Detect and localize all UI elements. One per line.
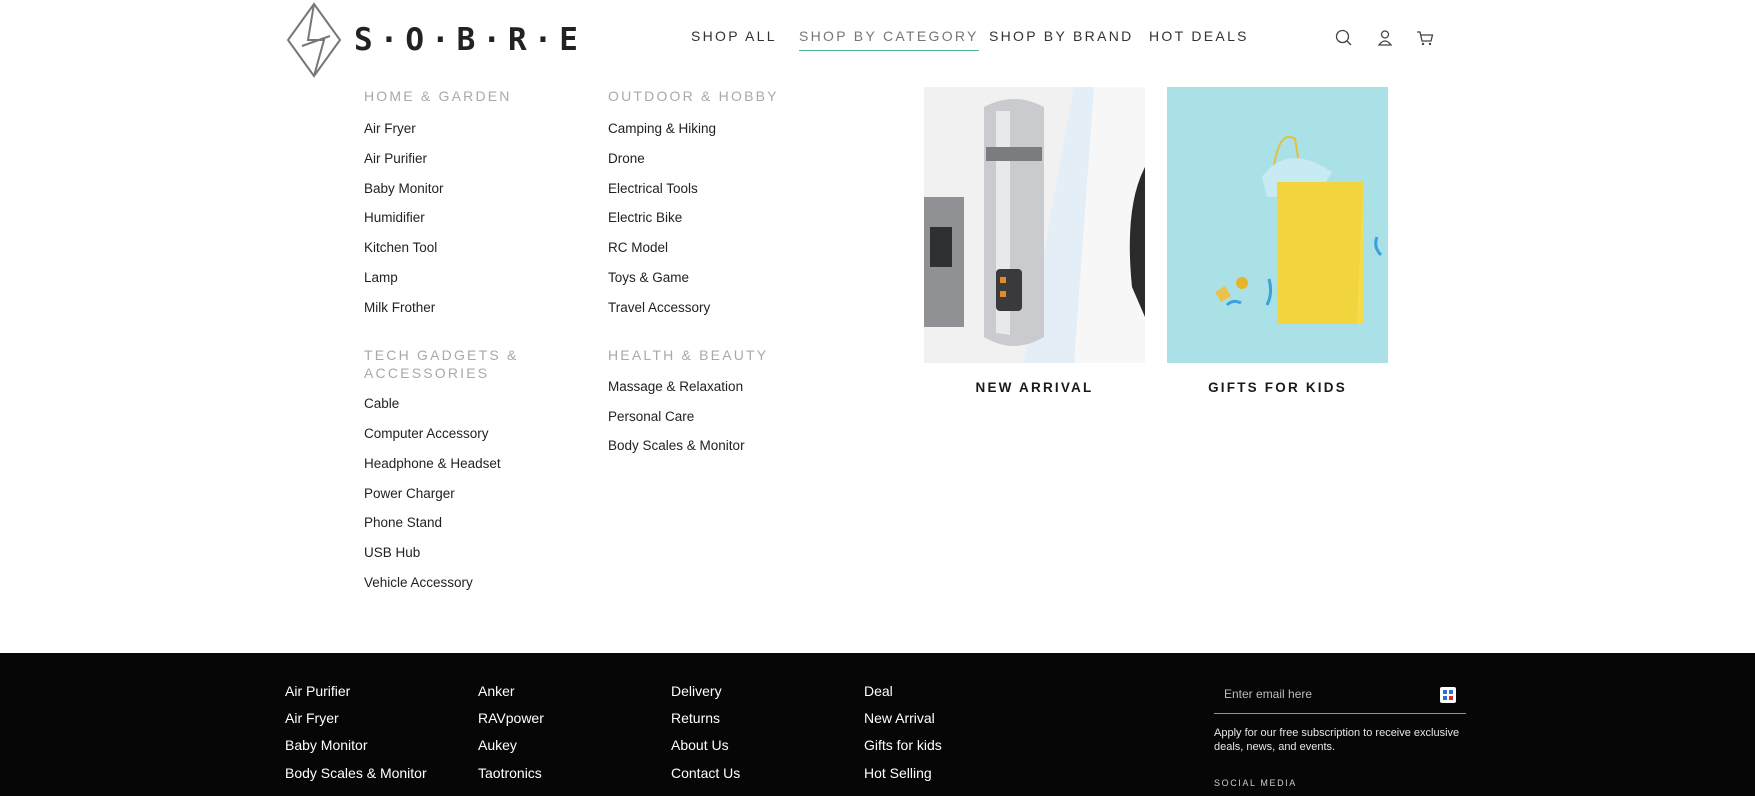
email-input[interactable] <box>1214 679 1424 709</box>
menu-link[interactable]: Air Fryer <box>364 120 416 137</box>
menu-col-outdoor-hobby: OUTDOOR & HOBBY Camping & Hiking Drone E… <box>608 87 808 327</box>
category-heading-tech-gadgets[interactable]: TECH GADGETS & ACCESSORIES <box>364 346 534 382</box>
menu-link[interactable]: Humidifier <box>364 209 425 226</box>
menu-link[interactable]: RC Model <box>608 239 668 256</box>
footer-link[interactable]: About Us <box>671 737 729 753</box>
footer-link[interactable]: RAVpower <box>478 710 544 726</box>
footer-link[interactable]: Gifts for kids <box>864 737 942 753</box>
menu-link[interactable]: Phone Stand <box>364 514 442 531</box>
menu-link[interactable]: Electric Bike <box>608 209 682 226</box>
footer-link[interactable]: Hot Selling <box>864 765 932 781</box>
footer-link[interactable]: Deal <box>864 683 893 699</box>
menu-link[interactable]: Cable <box>364 395 399 412</box>
footer-link[interactable]: New Arrival <box>864 710 935 726</box>
site-footer: Air Purifier Air Fryer Baby Monitor Body… <box>0 653 1755 796</box>
category-heading-health-beauty[interactable]: HEALTH & BEAUTY <box>608 346 808 364</box>
menu-link[interactable]: Body Scales & Monitor <box>608 437 745 454</box>
site-header: S·O·B·R·E SHOP ALL SHOP BY CATEGORY SHOP… <box>0 0 1755 80</box>
menu-col-tech-gadgets: TECH GADGETS & ACCESSORIES Cable Compute… <box>364 346 534 596</box>
promo-label-gifts-for-kids[interactable]: GIFTS FOR KIDS <box>1167 380 1388 395</box>
social-media-heading: SOCIAL MEDIA <box>1214 778 1297 788</box>
account-icon[interactable] <box>1375 28 1395 48</box>
menu-link[interactable]: Power Charger <box>364 485 455 502</box>
menu-link[interactable]: Baby Monitor <box>364 180 444 197</box>
menu-link[interactable]: Travel Accessory <box>608 299 710 316</box>
menu-link[interactable]: Lamp <box>364 269 398 286</box>
category-heading-outdoor-hobby[interactable]: OUTDOOR & HOBBY <box>608 87 808 105</box>
promo-new-arrival-image[interactable] <box>924 87 1145 363</box>
brand-name: S·O·B·R·E <box>354 22 585 58</box>
menu-link[interactable]: Milk Frother <box>364 299 435 316</box>
menu-link[interactable]: Computer Accessory <box>364 425 489 442</box>
footer-link[interactable]: Anker <box>478 683 515 699</box>
nav-shop-all[interactable]: SHOP ALL <box>691 28 777 44</box>
nav-hot-deals[interactable]: HOT DEALS <box>1149 28 1249 44</box>
brand-logo[interactable]: S·O·B·R·E <box>284 2 578 78</box>
newsletter-form <box>1214 679 1466 714</box>
subscribe-description: Apply for our free subscription to recei… <box>1214 727 1460 753</box>
category-heading-home-garden[interactable]: HOME & GARDEN <box>364 87 564 105</box>
menu-link[interactable]: Massage & Relaxation <box>608 378 743 395</box>
menu-link[interactable]: Electrical Tools <box>608 180 698 197</box>
footer-link[interactable]: Returns <box>671 710 720 726</box>
search-icon[interactable] <box>1334 28 1354 48</box>
menu-link[interactable]: Drone <box>608 150 645 167</box>
footer-link[interactable]: Air Purifier <box>285 683 350 699</box>
footer-link[interactable]: Body Scales & Monitor <box>285 765 427 781</box>
promo-gifts-for-kids-image[interactable] <box>1167 87 1388 363</box>
cart-icon[interactable] <box>1415 28 1435 48</box>
menu-link[interactable]: Camping & Hiking <box>608 120 716 137</box>
menu-link[interactable]: USB Hub <box>364 544 420 561</box>
menu-link[interactable]: Air Purifier <box>364 150 427 167</box>
subscribe-submit-icon[interactable] <box>1440 687 1456 703</box>
nav-shop-by-category[interactable]: SHOP BY CATEGORY <box>799 28 979 51</box>
gift-bag-image <box>1167 87 1388 363</box>
footer-link[interactable]: Baby Monitor <box>285 737 367 753</box>
logo-mark-icon <box>286 2 342 78</box>
nav-shop-by-brand[interactable]: SHOP BY BRAND <box>989 28 1134 44</box>
footer-link[interactable]: Aukey <box>478 737 517 753</box>
menu-link[interactable]: Kitchen Tool <box>364 239 437 256</box>
menu-col-home-garden: HOME & GARDEN Air Fryer Air Purifier Bab… <box>364 87 564 327</box>
footer-link[interactable]: Air Fryer <box>285 710 339 726</box>
footer-link[interactable]: Contact Us <box>671 765 740 781</box>
menu-link[interactable]: Vehicle Accessory <box>364 574 473 591</box>
menu-link[interactable]: Personal Care <box>608 408 694 425</box>
footer-link[interactable]: Taotronics <box>478 765 542 781</box>
menu-col-health-beauty: HEALTH & BEAUTY Massage & Relaxation Per… <box>608 346 808 466</box>
promo-label-new-arrival[interactable]: NEW ARRIVAL <box>924 380 1145 395</box>
menu-link[interactable]: Toys & Game <box>608 269 689 286</box>
product-collage-image <box>924 87 1145 363</box>
menu-link[interactable]: Headphone & Headset <box>364 455 501 472</box>
footer-link[interactable]: Delivery <box>671 683 722 699</box>
